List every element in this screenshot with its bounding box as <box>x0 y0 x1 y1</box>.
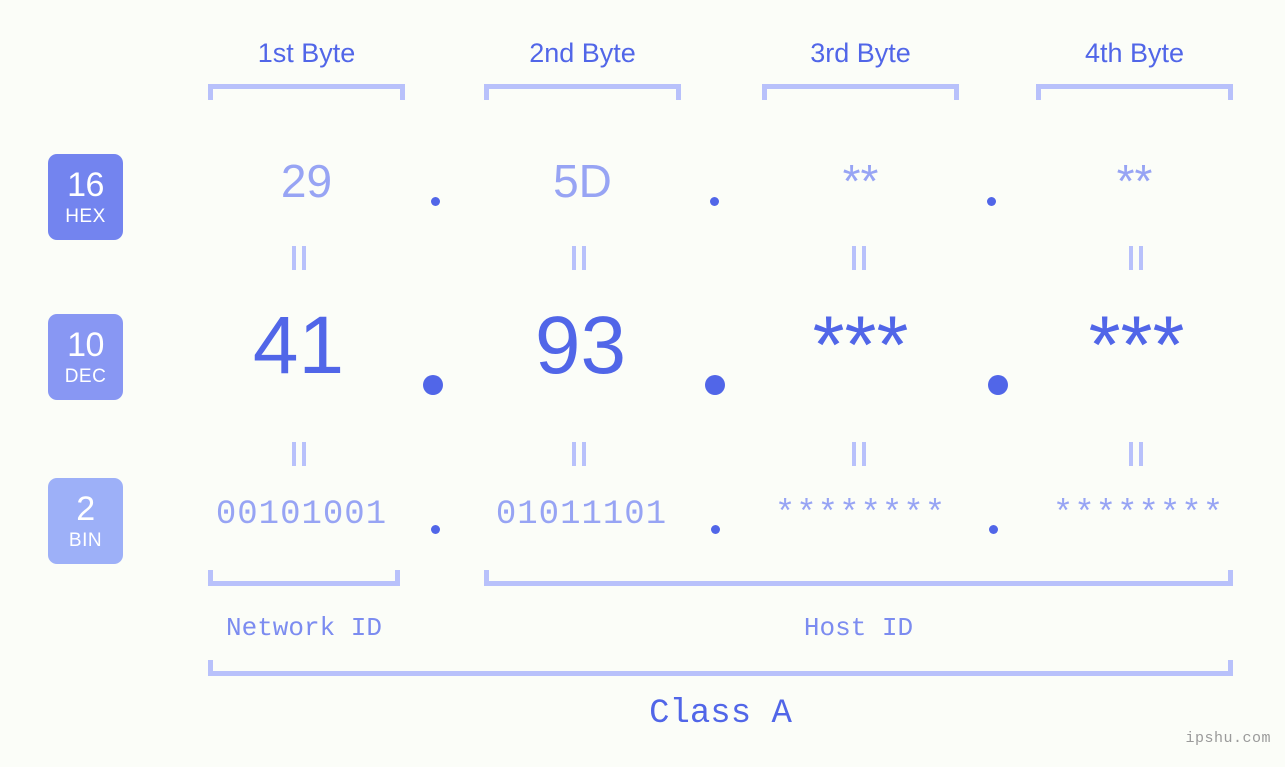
class-text: Class A <box>649 695 792 733</box>
host-id-bracket <box>484 570 1233 586</box>
byte-header-3-label: 3rd Byte <box>810 38 911 68</box>
dec-byte-3: *** <box>762 305 959 387</box>
equals-mark-dec-bin-3 <box>852 442 866 466</box>
host-id-label: Host ID <box>484 615 1233 641</box>
base-badge-bin: 2 BIN <box>48 478 123 564</box>
dec-separator-dot-1 <box>423 375 443 395</box>
base-badge-hex-number: 16 <box>67 166 104 204</box>
hex-byte-2-value: 5D <box>553 155 612 207</box>
hex-separator-dot-1 <box>431 197 440 206</box>
equals-mark-hex-dec-3 <box>852 246 866 270</box>
hex-byte-4: ** <box>1036 158 1233 204</box>
hex-byte-1-value: 29 <box>280 155 333 207</box>
base-badge-bin-number: 2 <box>76 490 95 528</box>
dec-byte-2-value: 93 <box>534 300 627 391</box>
byte-bracket-1 <box>208 84 405 100</box>
class-label: Class A <box>208 697 1233 731</box>
base-badge-bin-name: BIN <box>68 530 103 551</box>
bin-separator-dot-2 <box>711 525 720 534</box>
bin-byte-2-value: 01011101 <box>495 496 668 534</box>
dec-byte-4: *** <box>1038 305 1235 387</box>
hex-byte-3-value: ** <box>842 155 879 207</box>
bin-byte-4: ******** <box>1040 498 1237 532</box>
equals-mark-dec-bin-2 <box>572 442 586 466</box>
equals-mark-hex-dec-1 <box>292 246 306 270</box>
bin-byte-1: 00101001 <box>203 498 400 532</box>
dec-separator-dot-2 <box>705 375 725 395</box>
dec-byte-4-value: *** <box>1088 300 1185 391</box>
byte-header-4: 4th Byte <box>1036 33 1233 73</box>
bin-separator-dot-1 <box>431 525 440 534</box>
hex-byte-3: ** <box>762 158 959 204</box>
hex-byte-4-value: ** <box>1116 155 1153 207</box>
base-badge-dec-number: 10 <box>67 326 104 364</box>
bin-byte-2: 01011101 <box>483 498 680 532</box>
bin-byte-4-value: ******** <box>1052 496 1225 534</box>
watermark: ipshu.com <box>1185 730 1271 747</box>
byte-bracket-4 <box>1036 84 1233 100</box>
bin-separator-dot-3 <box>989 525 998 534</box>
hex-byte-2: 5D <box>484 158 681 204</box>
dec-byte-1: 41 <box>200 305 397 387</box>
hex-separator-dot-2 <box>710 197 719 206</box>
equals-mark-dec-bin-1 <box>292 442 306 466</box>
base-badge-hex-name: HEX <box>65 206 106 227</box>
byte-header-1: 1st Byte <box>208 33 405 73</box>
watermark-text: ipshu.com <box>1185 730 1271 747</box>
base-badge-hex: 16 HEX <box>48 154 123 240</box>
network-id-label: Network ID <box>208 615 400 641</box>
byte-header-2-label: 2nd Byte <box>529 38 636 68</box>
byte-bracket-2 <box>484 84 681 100</box>
bin-byte-1-value: 00101001 <box>215 496 388 534</box>
byte-header-2: 2nd Byte <box>484 33 681 73</box>
dec-separator-dot-3 <box>988 375 1008 395</box>
dec-byte-2: 93 <box>482 305 679 387</box>
byte-header-1-label: 1st Byte <box>257 38 356 68</box>
hex-separator-dot-3 <box>987 197 996 206</box>
dec-byte-3-value: *** <box>812 300 909 391</box>
equals-mark-dec-bin-4 <box>1129 442 1143 466</box>
base-badge-dec-name: DEC <box>64 366 107 387</box>
class-bracket <box>208 660 1233 676</box>
ip-breakdown-diagram: 1st Byte 2nd Byte 3rd Byte 4th Byte 16 H… <box>0 0 1285 767</box>
dec-byte-1-value: 41 <box>252 300 345 391</box>
equals-mark-hex-dec-2 <box>572 246 586 270</box>
bin-byte-3-value: ******** <box>774 496 947 534</box>
equals-mark-hex-dec-4 <box>1129 246 1143 270</box>
byte-header-4-label: 4th Byte <box>1084 38 1185 68</box>
bin-byte-3: ******** <box>762 498 959 532</box>
host-id-text: Host ID <box>803 613 914 643</box>
byte-bracket-3 <box>762 84 959 100</box>
base-badge-dec: 10 DEC <box>48 314 123 400</box>
hex-byte-1: 29 <box>208 158 405 204</box>
byte-header-3: 3rd Byte <box>762 33 959 73</box>
network-id-bracket <box>208 570 400 586</box>
network-id-text: Network ID <box>225 613 383 643</box>
